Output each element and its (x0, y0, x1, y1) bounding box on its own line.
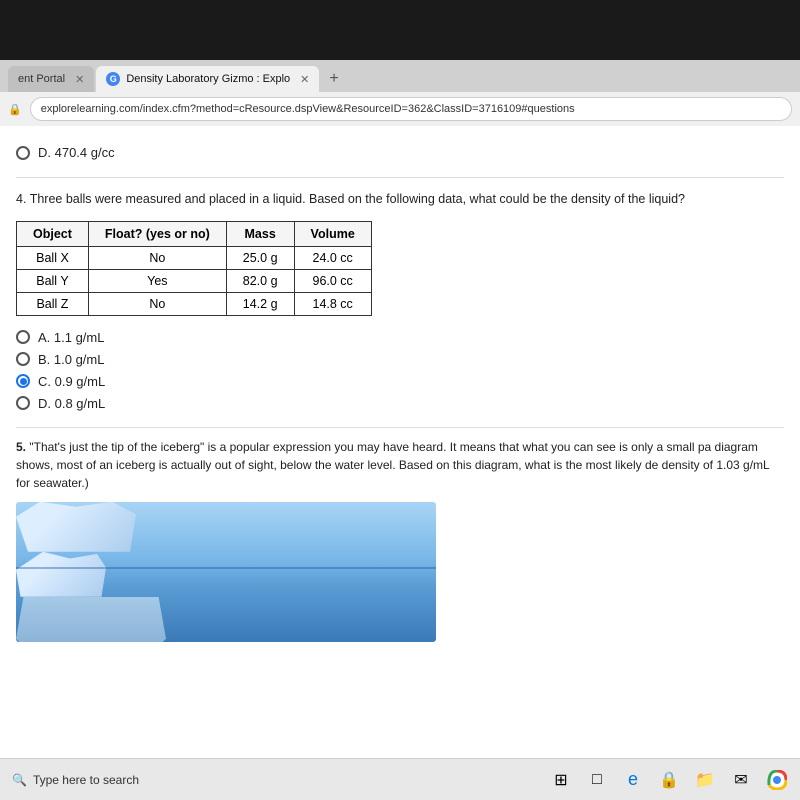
radio-a[interactable] (16, 330, 30, 344)
cell-r0-c0: Ball X (17, 246, 89, 269)
tab-portal-close[interactable]: ✕ (75, 73, 84, 86)
data-table: Object Float? (yes or no) Mass Volume Ba… (16, 221, 372, 316)
table-header-row: Object Float? (yes or no) Mass Volume (17, 221, 372, 246)
search-label: Type here to search (33, 773, 139, 787)
tab-portal[interactable]: ent Portal ✕ (8, 66, 94, 92)
radio-d[interactable] (16, 396, 30, 410)
iceberg-above-left (16, 502, 136, 552)
tab-gizmo-label: Density Laboratory Gizmo : Explo (126, 73, 290, 85)
windows-icon[interactable]: ⊞ (550, 769, 572, 791)
table-row: Ball ZNo14.2 g14.8 cc (17, 292, 372, 315)
col-header-volume: Volume (294, 221, 371, 246)
option-b-label: B. 1.0 g/mL (38, 352, 104, 367)
option-d-label: D. 0.8 g/mL (38, 396, 105, 411)
question-5-text: 5. "That's just the tip of the iceberg" … (16, 438, 784, 492)
option-c[interactable]: C. 0.9 g/mL (16, 374, 784, 389)
top-bezel (0, 0, 800, 60)
address-text: explorelearning.com/index.cfm?method=cRe… (41, 103, 575, 115)
iceberg-above-right (16, 552, 106, 597)
question-5-body: "That's just the tip of the iceberg" is … (16, 440, 769, 490)
question-4: 4. Three balls were measured and placed … (16, 190, 784, 209)
task-view-icon[interactable]: □ (586, 769, 608, 791)
option-a[interactable]: A. 1.1 g/mL (16, 330, 784, 345)
address-input[interactable]: explorelearning.com/index.cfm?method=cRe… (30, 97, 792, 121)
search-icon: 🔍 (12, 773, 27, 787)
options-question-4: A. 1.1 g/mL B. 1.0 g/mL C. 0.9 g/mL D. 0.8 … (16, 330, 784, 411)
cell-r1-c0: Ball Y (17, 269, 89, 292)
cell-r1-c3: 96.0 cc (294, 269, 371, 292)
taskbar-search-area: 🔍 Type here to search (12, 773, 139, 787)
lock-icon: 🔒 (8, 103, 22, 116)
tab-gizmo-icon: G (106, 72, 120, 86)
tab-bar: ent Portal ✕ G Density Laboratory Gizmo … (0, 60, 800, 92)
cell-r0-c1: No (88, 246, 226, 269)
mail-icon[interactable]: ✉ (730, 769, 752, 791)
question-4-text: Three balls were measured and placed in … (30, 192, 685, 206)
content-area: D. 470.4 g/cc 4. Three balls were measur… (0, 126, 800, 758)
option-d-prev-label: D. 470.4 g/cc (38, 145, 115, 160)
table-row: Ball YYes82.0 g96.0 cc (17, 269, 372, 292)
lock-taskbar-icon[interactable]: 🔒 (658, 769, 680, 791)
option-d-prev: D. 470.4 g/cc (16, 145, 784, 160)
cell-r2-c1: No (88, 292, 226, 315)
cell-r1-c1: Yes (88, 269, 226, 292)
tab-gizmo-close[interactable]: ✕ (300, 73, 309, 86)
col-header-mass: Mass (226, 221, 294, 246)
cell-r2-c3: 14.8 cc (294, 292, 371, 315)
iceberg-below-left (16, 597, 166, 642)
address-bar: 🔒 explorelearning.com/index.cfm?method=c… (0, 92, 800, 126)
col-header-float: Float? (yes or no) (88, 221, 226, 246)
col-header-object: Object (17, 221, 89, 246)
radio-inner-c (20, 378, 27, 385)
cell-r2-c0: Ball Z (17, 292, 89, 315)
iceberg-image (16, 502, 436, 642)
question-5-number: 5. (16, 440, 26, 454)
prev-answer-option-d: D. 470.4 g/cc (16, 145, 784, 178)
new-tab-button[interactable]: + (321, 66, 346, 92)
cell-r0-c2: 25.0 g (226, 246, 294, 269)
waterline (16, 567, 436, 569)
option-b[interactable]: B. 1.0 g/mL (16, 352, 784, 367)
tab-portal-label: ent Portal (18, 73, 65, 85)
option-d[interactable]: D. 0.8 g/mL (16, 396, 784, 411)
option-a-label: A. 1.1 g/mL (38, 330, 104, 345)
radio-b[interactable] (16, 352, 30, 366)
tab-gizmo[interactable]: G Density Laboratory Gizmo : Explo ✕ (96, 66, 319, 92)
cell-r0-c3: 24.0 cc (294, 246, 371, 269)
taskbar-icons: ⊞ □ e 🔒 📁 ✉ (550, 769, 788, 791)
browser-chrome: ent Portal ✕ G Density Laboratory Gizmo … (0, 60, 800, 126)
edge-icon[interactable]: e (622, 769, 644, 791)
chrome-icon[interactable] (766, 769, 788, 791)
folder-icon[interactable]: 📁 (694, 769, 716, 791)
question-4-number: 4. (16, 192, 26, 206)
question-5: 5. "That's just the tip of the iceberg" … (16, 427, 784, 642)
cell-r1-c2: 82.0 g (226, 269, 294, 292)
cell-r2-c2: 14.2 g (226, 292, 294, 315)
radio-c[interactable] (16, 374, 30, 388)
taskbar: 🔍 Type here to search ⊞ □ e 🔒 📁 ✉ (0, 758, 800, 800)
option-c-label: C. 0.9 g/mL (38, 374, 105, 389)
table-row: Ball XNo25.0 g24.0 cc (17, 246, 372, 269)
radio-d-prev[interactable] (16, 146, 30, 160)
